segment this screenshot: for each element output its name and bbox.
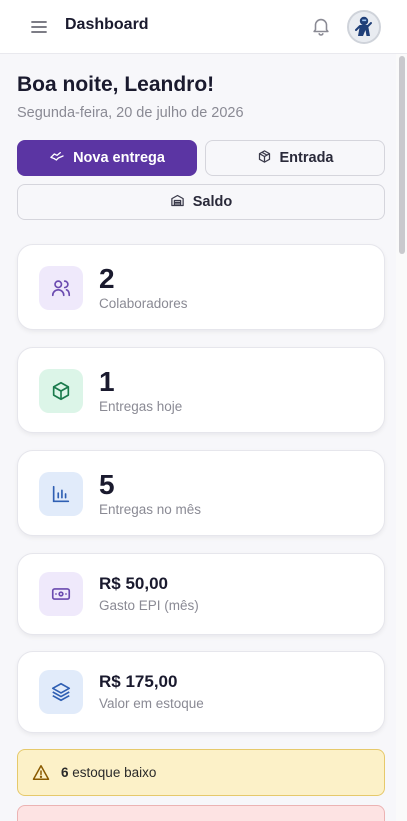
layers-icon xyxy=(39,670,83,714)
warehouse-icon xyxy=(170,193,185,212)
scrollbar-thumb[interactable] xyxy=(399,56,405,254)
low-stock-count: 6 xyxy=(61,765,69,780)
package-icon xyxy=(39,369,83,413)
handshake-icon xyxy=(49,149,65,167)
stat-card-epi-spend[interactable]: R$ 50,00 Gasto EPI (mês) xyxy=(17,553,385,635)
new-delivery-button[interactable]: Nova entrega xyxy=(17,140,197,176)
stat-value: R$ 175,00 xyxy=(99,672,178,691)
stat-label: Gasto EPI (mês) xyxy=(99,598,199,613)
stat-card-collaborators[interactable]: 2 Colaboradores xyxy=(17,244,385,330)
banknote-icon xyxy=(39,572,83,616)
page-title: Dashboard xyxy=(65,16,149,33)
entry-label: Entrada xyxy=(279,150,334,166)
greeting-heading: Boa noite, Leandro! xyxy=(17,73,215,96)
stat-label: Entregas hoje xyxy=(99,399,183,414)
stat-label: Valor em estoque xyxy=(99,696,204,711)
low-stock-text: 6 estoque baixo xyxy=(61,765,156,780)
stat-card-deliveries-month[interactable]: 5 Entregas no mês xyxy=(17,450,385,536)
low-stock-alert[interactable]: 6 estoque baixo xyxy=(17,749,385,796)
stat-value: R$ 50,00 xyxy=(99,574,168,593)
danger-alert[interactable] xyxy=(17,805,385,821)
users-icon xyxy=(39,266,83,310)
bell-icon[interactable] xyxy=(310,15,332,37)
stat-value: 1 xyxy=(99,366,115,397)
new-delivery-label: Nova entrega xyxy=(73,150,165,166)
balance-label: Saldo xyxy=(192,194,233,210)
balance-button[interactable]: Saldo xyxy=(17,184,385,220)
stat-label: Entregas no mês xyxy=(99,502,202,517)
user-avatar[interactable] xyxy=(347,10,381,44)
bar-chart-icon xyxy=(39,472,83,516)
stat-card-deliveries-today[interactable]: 1 Entregas hoje xyxy=(17,347,385,433)
current-date: Segunda-feira, 20 de julho de 2026 xyxy=(17,105,244,121)
low-stock-label: estoque baixo xyxy=(72,765,157,780)
warning-icon xyxy=(32,764,50,786)
stat-value: 2 xyxy=(99,263,115,294)
entry-button[interactable]: Entrada xyxy=(205,140,385,176)
stat-card-stock-value[interactable]: R$ 175,00 Valor em estoque xyxy=(17,651,385,733)
stat-label: Colaboradores xyxy=(99,296,188,311)
menu-icon[interactable] xyxy=(28,17,50,37)
package-in-icon xyxy=(257,149,272,168)
stat-value: 5 xyxy=(99,469,115,500)
top-bar: Dashboard xyxy=(0,0,407,54)
